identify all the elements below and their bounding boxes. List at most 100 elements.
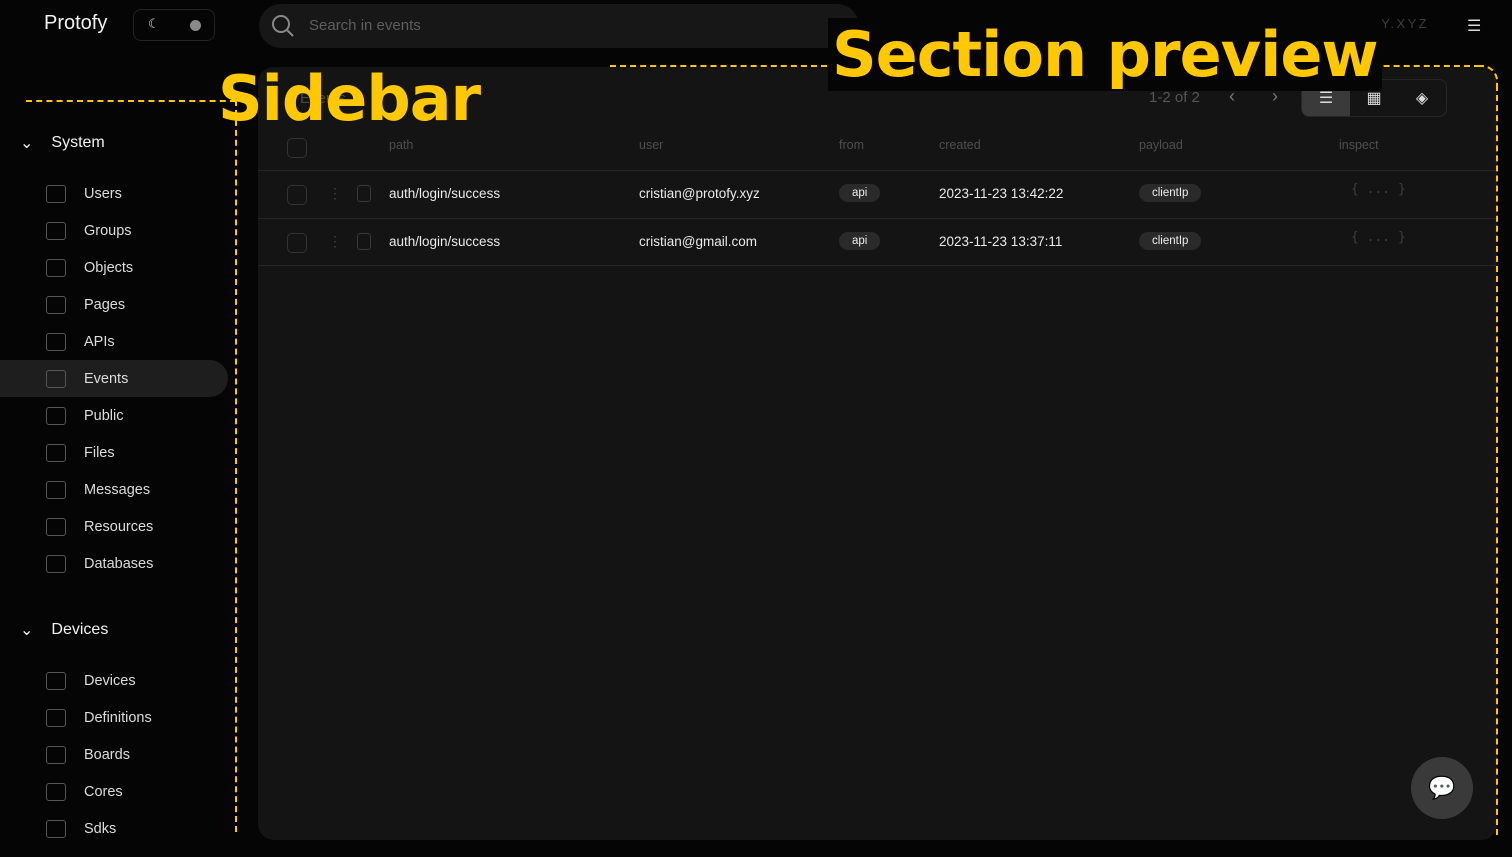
moon-icon: ☾: [148, 16, 160, 31]
cell-path: auth/login/success: [389, 186, 501, 201]
sidebar-item-public[interactable]: Public: [0, 397, 228, 434]
sidebar-item-files[interactable]: Files: [0, 434, 228, 471]
sidebar-item-devices[interactable]: Devices: [0, 662, 228, 699]
folder-icon: [46, 443, 66, 462]
app-logo: Protofy: [44, 12, 108, 34]
sidebar-item-label: Groups: [84, 222, 132, 239]
clipboard-icon: [46, 369, 66, 388]
sidebar-item-label: Messages: [84, 481, 151, 498]
sidebar-item-boards[interactable]: Boards: [0, 736, 228, 773]
sidebar-item-apis[interactable]: APIs: [0, 323, 228, 360]
sidebar-item-label: Databases: [84, 555, 154, 572]
inbox-icon: [46, 480, 66, 499]
sidebar-item-label: Devices: [84, 672, 136, 689]
sidebar-item-label: Public: [84, 407, 124, 424]
theme-toggle[interactable]: ☾: [133, 9, 215, 41]
row-menu-icon[interactable]: ⋮: [328, 185, 342, 202]
board-icon: [46, 745, 66, 764]
sidebar-item-label: Sdks: [84, 820, 117, 837]
sidebar-item-label: Objects: [84, 259, 134, 276]
clipboard-icon: [357, 185, 371, 202]
section-label: System: [51, 134, 105, 151]
sidebar-item-label: Pages: [84, 296, 126, 313]
row-divider: [258, 170, 1497, 171]
sidebar-annotation-line: [235, 100, 237, 832]
sidebar-section-system[interactable]: ⌄ System: [20, 133, 105, 153]
row-divider: [258, 265, 1497, 266]
search-placeholder: Search in events: [309, 17, 421, 34]
sidebar-item-label: Resources: [84, 518, 154, 535]
sidebar-annotation-line: [26, 100, 236, 102]
help-chat-button[interactable]: 💬: [1411, 757, 1473, 819]
cell-inspect[interactable]: { ... }: [1351, 182, 1406, 197]
sidebar-item-objects[interactable]: Objects: [0, 249, 228, 286]
layers-view-button[interactable]: ◈: [1398, 80, 1446, 116]
row-checkbox[interactable]: [287, 185, 307, 205]
cell-payload: clientIp: [1139, 184, 1202, 202]
database-icon: [46, 554, 66, 573]
toggle-knob: [190, 20, 201, 31]
sidebar-item-sdks[interactable]: Sdks: [0, 810, 228, 847]
sidebar-item-label: APIs: [84, 333, 115, 350]
gear-icon: [46, 819, 66, 838]
sidebar-item-events[interactable]: Events: [0, 360, 228, 397]
cell-inspect[interactable]: { ... }: [1351, 230, 1406, 245]
cell-created: 2023-11-23 13:37:11: [939, 234, 1063, 249]
search-input[interactable]: Search in events: [259, 4, 859, 48]
layout-icon: [46, 295, 66, 314]
sidebar-item-label: Cores: [84, 783, 123, 800]
sidebar-item-pages[interactable]: Pages: [0, 286, 228, 323]
sidebar-item-users[interactable]: Users: [0, 175, 228, 212]
row-divider: [258, 218, 1497, 219]
sidebar-item-label: Users: [84, 185, 122, 202]
section-annotation: Section preview: [828, 18, 1382, 91]
chevron-down-icon: ⌄: [20, 135, 34, 152]
column-header-user[interactable]: user: [639, 138, 663, 152]
cell-user: cristian@protofy.xyz: [639, 186, 760, 201]
sidebar-annotation: Sidebar: [218, 62, 481, 135]
section-annotation-line: [1496, 85, 1498, 835]
sidebar-item-definitions[interactable]: Definitions: [0, 699, 228, 736]
section-panel: [258, 67, 1497, 840]
cell-from: api: [839, 184, 881, 202]
section-label: Devices: [51, 621, 109, 638]
clipboard-icon: [357, 233, 371, 250]
column-header-payload[interactable]: payload: [1139, 138, 1183, 152]
cell-payload: clientIp: [1139, 232, 1202, 250]
pagination-text: 1-2 of 2: [1149, 89, 1200, 106]
cell-user: cristian@gmail.com: [639, 234, 757, 249]
row-menu-icon[interactable]: ⋮: [328, 233, 342, 250]
sidebar-item-databases[interactable]: Databases: [0, 545, 228, 582]
sidebar-item-cores[interactable]: Cores: [0, 773, 228, 810]
sidebar-item-label: Events: [84, 370, 129, 387]
section-annotation-corner: [1478, 65, 1498, 85]
sidebar-item-label: Files: [84, 444, 115, 461]
device-icon: [46, 671, 66, 690]
cell-from: api: [839, 232, 881, 250]
sidebar-item-messages[interactable]: Messages: [0, 471, 228, 508]
box-icon: [46, 258, 66, 277]
cpu-icon: [46, 782, 66, 801]
sidebar-section-devices[interactable]: ⌄ Devices: [20, 620, 108, 640]
column-header-created[interactable]: created: [939, 138, 981, 152]
row-checkbox[interactable]: [287, 233, 307, 253]
menu-icon[interactable]: ☰: [1467, 16, 1481, 36]
api-icon: [46, 332, 66, 351]
sidebar-item-label: Definitions: [84, 709, 152, 726]
users-icon: [46, 184, 66, 203]
door-icon: [46, 406, 66, 425]
column-header-from[interactable]: from: [839, 138, 864, 152]
chevron-down-icon: ⌄: [20, 622, 34, 639]
cell-path: auth/login/success: [389, 234, 501, 249]
column-header-path[interactable]: path: [389, 138, 413, 152]
cell-created: 2023-11-23 13:42:22: [939, 186, 1064, 201]
search-icon: [272, 15, 294, 37]
sidebar-item-resources[interactable]: Resources: [0, 508, 228, 545]
column-header-inspect[interactable]: inspect: [1339, 138, 1379, 152]
sidebar-item-groups[interactable]: Groups: [0, 212, 228, 249]
tag-icon: [46, 221, 66, 240]
book-icon: [46, 708, 66, 727]
select-all-checkbox[interactable]: [287, 138, 307, 158]
sidebar-item-label: Boards: [84, 746, 130, 763]
library-icon: [46, 517, 66, 536]
